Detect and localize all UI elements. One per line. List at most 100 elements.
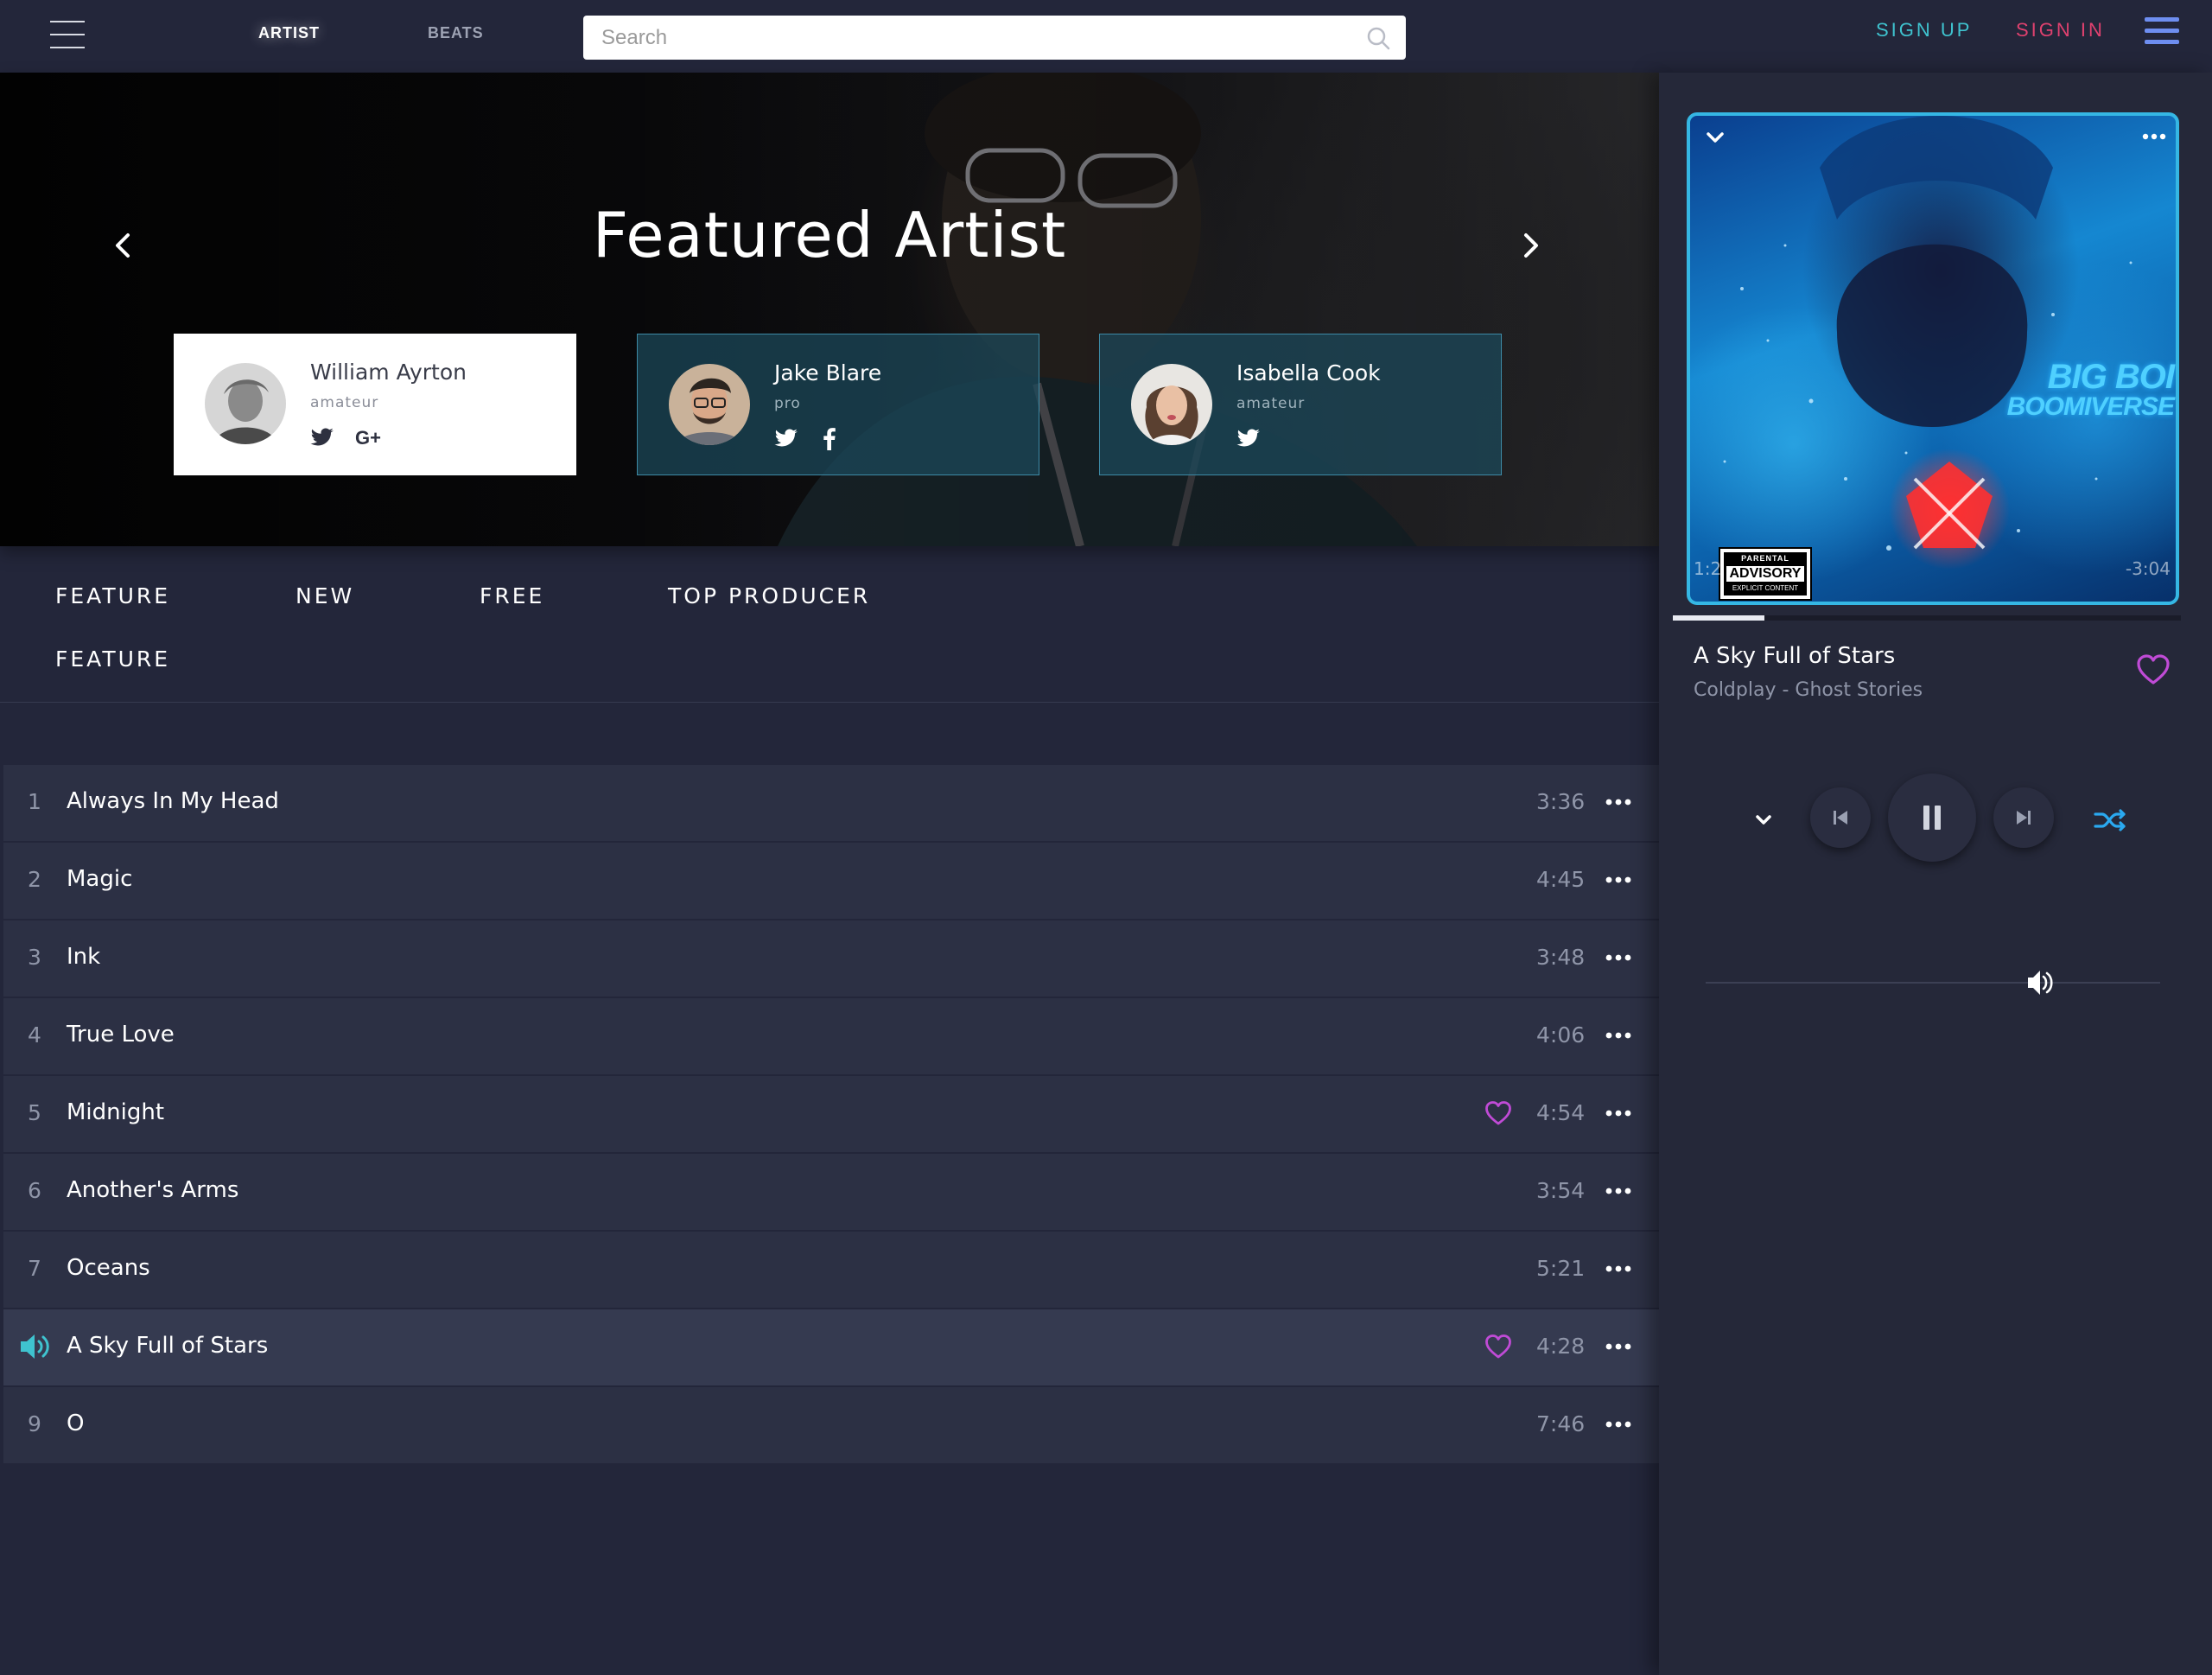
track-title: Always In My Head xyxy=(67,788,279,814)
track-row[interactable]: 5 Midnight 4:54 xyxy=(3,1076,1662,1154)
divider xyxy=(0,702,1659,703)
track-row[interactable]: A Sky Full of Stars 4:28 xyxy=(3,1309,1662,1387)
heart-icon[interactable] xyxy=(1484,1100,1512,1126)
heart-icon[interactable] xyxy=(1484,1334,1512,1360)
twitter-icon[interactable] xyxy=(1236,426,1262,450)
track-title: O xyxy=(67,1411,85,1436)
artist-card-william-ayrton[interactable]: William Ayrton amateur G+ xyxy=(174,334,576,475)
svg-text:G+: G+ xyxy=(355,427,381,449)
search-icon[interactable] xyxy=(1366,26,1390,50)
heart-icon[interactable] xyxy=(2136,653,2171,686)
artist-level: amateur xyxy=(1236,395,1306,412)
track-row[interactable]: 9 O 7:46 xyxy=(3,1387,1662,1465)
tab-beats[interactable]: BEATS xyxy=(428,24,484,42)
artist-level: pro xyxy=(774,395,801,412)
more-options-icon[interactable] xyxy=(1605,869,1632,891)
track-list: 1 Always In My Head 3:36 2 Magic 4:45 3 Ink 3:48… xyxy=(3,765,1662,1465)
track-row[interactable]: 7 Oceans 5:21 xyxy=(3,1232,1662,1309)
search-input[interactable] xyxy=(583,16,1406,60)
track-number: 2 xyxy=(28,867,41,892)
twitter-icon[interactable] xyxy=(774,426,800,450)
top-bar: ARTIST BEATS SIGN UP SIGN IN xyxy=(0,0,2212,73)
track-number: 7 xyxy=(28,1256,41,1281)
category-tab-feature[interactable]: FEATURE xyxy=(55,583,170,608)
speaker-playing-icon xyxy=(19,1332,52,1361)
track-duration: 4:54 xyxy=(1536,1100,1586,1125)
pause-icon xyxy=(1923,806,1941,830)
track-title: A Sky Full of Stars xyxy=(67,1333,269,1359)
more-options-icon[interactable] xyxy=(1605,1180,1632,1202)
category-tab-top-producer[interactable]: TOP PRODUCER xyxy=(668,583,870,608)
sign-in-link[interactable]: SIGN IN xyxy=(2016,19,2105,41)
more-options-icon[interactable] xyxy=(2141,131,2167,142)
hamburger-menu-icon[interactable] xyxy=(50,21,85,50)
sign-up-link[interactable]: SIGN UP xyxy=(1876,19,1972,41)
next-button[interactable] xyxy=(1993,787,2054,848)
category-tab-new[interactable]: NEW xyxy=(296,583,354,608)
more-options-icon[interactable] xyxy=(1605,1413,1632,1436)
track-title: Another's Arms xyxy=(67,1177,239,1203)
track-title: Oceans xyxy=(67,1255,150,1281)
avatar xyxy=(205,363,286,444)
twitter-icon[interactable] xyxy=(310,425,336,449)
artist-card-jake-blare[interactable]: Jake Blare pro xyxy=(637,334,1039,475)
hero-title: Featured Artist xyxy=(592,199,1067,271)
track-duration: 3:54 xyxy=(1536,1178,1586,1203)
track-duration: 3:36 xyxy=(1536,789,1586,814)
track-duration: 4:06 xyxy=(1536,1022,1586,1048)
album-art-text: BIG BOI xyxy=(2047,358,2175,396)
chevron-left-icon[interactable] xyxy=(105,228,140,263)
track-row[interactable]: 6 Another's Arms 3:54 xyxy=(3,1154,1662,1232)
track-title: True Love xyxy=(67,1022,175,1048)
volume-slider[interactable] xyxy=(1706,965,2160,1000)
track-row[interactable]: 4 True Love 4:06 xyxy=(3,998,1662,1076)
remaining-time: -3:04 xyxy=(2125,558,2171,579)
shuffle-button[interactable] xyxy=(2088,797,2134,844)
track-duration: 4:28 xyxy=(1536,1334,1586,1359)
elapsed-time: 1:2 xyxy=(1694,558,1722,579)
chevron-down-icon[interactable] xyxy=(1702,126,1728,149)
previous-button[interactable] xyxy=(1810,787,1871,848)
track-number: 9 xyxy=(28,1411,41,1436)
playback-progress-bar[interactable] xyxy=(1673,615,2181,621)
more-options-icon[interactable] xyxy=(1605,1258,1632,1280)
tab-artist[interactable]: ARTIST xyxy=(258,24,320,42)
artist-name: William Ayrton xyxy=(310,360,467,385)
menu-icon[interactable] xyxy=(2145,16,2179,45)
album-art-text: BOOMIVERSE xyxy=(2006,392,2175,421)
more-options-icon[interactable] xyxy=(1605,1024,1632,1047)
track-title: Ink xyxy=(67,944,101,970)
track-number: 1 xyxy=(28,789,41,814)
google-plus-icon[interactable]: G+ xyxy=(355,425,386,449)
avatar xyxy=(669,364,750,445)
track-row[interactable]: 1 Always In My Head 3:36 xyxy=(3,765,1662,843)
chevron-right-icon[interactable] xyxy=(1514,228,1548,263)
more-options-icon[interactable] xyxy=(1605,791,1632,813)
category-tab-feature-2[interactable]: FEATURE xyxy=(55,646,170,672)
category-tab-free[interactable]: FREE xyxy=(480,583,544,608)
more-options-icon[interactable] xyxy=(1605,946,1632,969)
track-duration: 3:48 xyxy=(1536,945,1586,970)
chevron-down-icon xyxy=(1756,815,1771,825)
track-title: Magic xyxy=(67,866,133,892)
avatar xyxy=(1131,364,1212,445)
search-box xyxy=(583,16,1406,60)
track-duration: 5:21 xyxy=(1536,1256,1586,1281)
track-number: 5 xyxy=(28,1100,41,1125)
skip-previous-icon xyxy=(1834,811,1847,825)
featured-artist-hero: Featured Artist William Ayrton amateur G… xyxy=(0,73,1659,546)
artist-name: Isabella Cook xyxy=(1236,360,1381,385)
track-row[interactable]: 3 Ink 3:48 xyxy=(3,920,1662,998)
more-options-icon[interactable] xyxy=(1605,1102,1632,1124)
pause-button[interactable] xyxy=(1888,774,1976,862)
now-playing-panel: BIG BOI BOOMIVERSE PARENTAL ADVISORY EXP… xyxy=(1659,73,2212,1675)
track-duration: 7:46 xyxy=(1536,1411,1586,1436)
track-number: 6 xyxy=(28,1178,41,1203)
facebook-icon[interactable] xyxy=(821,426,838,450)
artist-card-isabella-cook[interactable]: Isabella Cook amateur xyxy=(1099,334,1502,475)
track-row[interactable]: 2 Magic 4:45 xyxy=(3,843,1662,920)
now-playing-title: A Sky Full of Stars xyxy=(1694,643,1896,669)
collapse-button[interactable] xyxy=(1740,797,1787,844)
track-title: Midnight xyxy=(67,1099,165,1125)
more-options-icon[interactable] xyxy=(1605,1335,1632,1358)
